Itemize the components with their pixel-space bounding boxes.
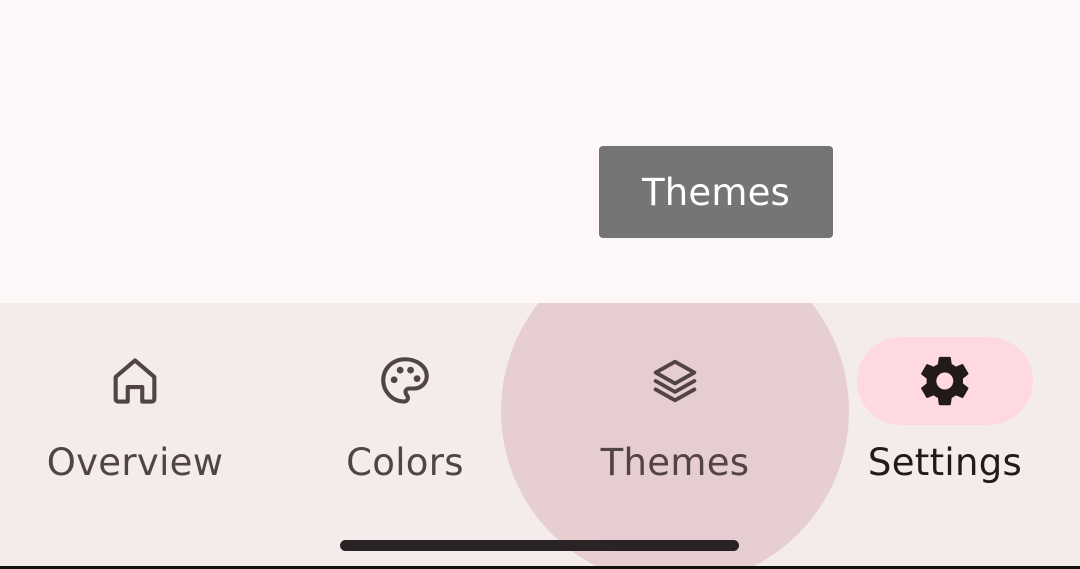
themes-tooltip: Themes (599, 146, 833, 238)
nav-item-colors-label: Colors (346, 441, 464, 484)
gear-icon (921, 356, 969, 406)
nav-item-settings-active-indicator (857, 337, 1033, 425)
content-area: Themes (0, 0, 1080, 303)
nav-item-themes-label: Themes (600, 441, 750, 484)
nav-item-colors-icon-container (317, 337, 493, 425)
nav-item-overview-icon-container (47, 337, 223, 425)
nav-item-overview[interactable]: Overview (0, 303, 270, 533)
home-icon (113, 358, 157, 404)
bottom-navigation-bar: Overview Colors Themes Settings (0, 303, 1080, 569)
nav-item-settings-label: Settings (867, 441, 1023, 484)
layers-icon (653, 359, 697, 403)
nav-item-overview-label: Overview (46, 441, 224, 484)
nav-item-themes[interactable]: Themes (540, 303, 810, 533)
home-indicator[interactable] (340, 540, 739, 551)
nav-item-settings[interactable]: Settings (810, 303, 1080, 533)
tooltip-text: Themes (641, 170, 791, 214)
nav-item-colors[interactable]: Colors (270, 303, 540, 533)
palette-icon (381, 357, 429, 404)
nav-item-themes-icon-container (587, 337, 763, 425)
